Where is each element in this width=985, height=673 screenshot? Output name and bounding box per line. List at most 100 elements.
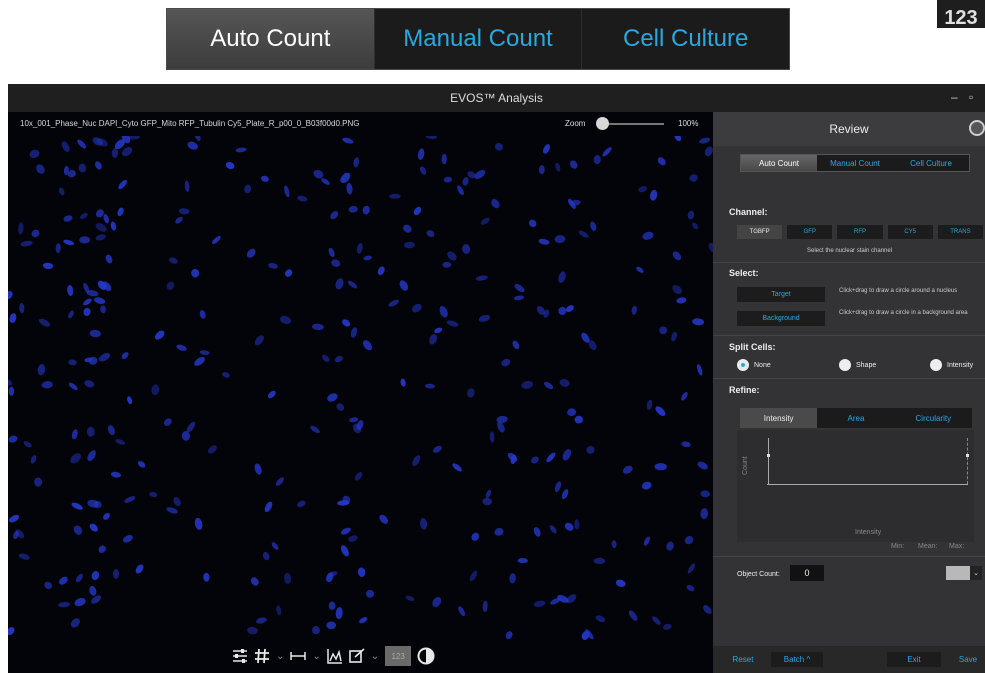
nucleus <box>30 455 37 464</box>
image-viewer[interactable]: 10x_001_Phase_Nuc DAPI_Cyto GFP_Mito RFP… <box>8 112 713 673</box>
nucleus <box>111 148 119 158</box>
nucleus <box>687 210 695 220</box>
background-button[interactable]: Background <box>737 311 825 326</box>
nucleus <box>8 386 15 396</box>
nucleus <box>68 310 74 319</box>
nucleus <box>533 527 541 537</box>
contrast-icon[interactable] <box>417 647 435 665</box>
callout-tab-manual-count[interactable]: Manual Count <box>375 9 583 69</box>
channel-cy5-button[interactable]: CY5 <box>887 225 933 239</box>
nucleus <box>562 449 572 461</box>
callout-tab-auto-count[interactable]: Auto Count <box>167 9 375 69</box>
nucleus <box>403 241 415 249</box>
nucleus <box>389 193 401 199</box>
nucleus <box>425 136 437 140</box>
exit-button[interactable]: Exit <box>887 652 941 667</box>
reset-button[interactable]: Reset <box>729 652 757 667</box>
nucleus <box>163 418 172 427</box>
nucleus <box>199 350 210 355</box>
grid-dropdown-icon[interactable]: ⌄ <box>276 651 284 662</box>
nucleus <box>700 490 710 498</box>
count-overlay-button[interactable]: 123 <box>385 646 412 666</box>
minimize-icon[interactable]: – <box>951 90 958 104</box>
nucleus <box>63 215 73 222</box>
channel-rfp-button[interactable]: RFP <box>837 225 883 239</box>
target-hint: Click+drag to draw a circle around a nuc… <box>839 288 958 294</box>
max-handle[interactable] <box>966 454 969 457</box>
target-button[interactable]: Target <box>737 287 825 302</box>
nucleus <box>469 570 478 582</box>
nucleus <box>312 626 320 635</box>
channel-tgbfp-button[interactable]: TGBFP <box>737 225 783 239</box>
nucleus <box>411 303 422 313</box>
nucleus <box>569 160 578 169</box>
restore-icon[interactable]: ▫ <box>969 90 973 104</box>
nucleus <box>58 602 70 608</box>
tab-cell-culture[interactable]: Cell Culture <box>893 155 969 171</box>
nucleus <box>331 259 341 267</box>
nucleus <box>8 291 13 300</box>
nucleus <box>546 452 556 463</box>
nucleus <box>122 535 133 543</box>
histogram-area[interactable] <box>737 430 974 542</box>
split-shape-radio[interactable]: Shape <box>839 359 876 371</box>
nucleus <box>98 353 111 362</box>
measure-icon[interactable] <box>290 650 307 662</box>
min-handle[interactable] <box>767 454 770 457</box>
nucleus <box>250 577 259 586</box>
adjust-sliders-icon[interactable] <box>232 649 248 663</box>
nucleus <box>87 450 96 462</box>
nucleus <box>187 141 198 150</box>
nucleus <box>482 497 492 506</box>
tab-manual-count[interactable]: Manual Count <box>817 155 893 171</box>
split-intensity-radio[interactable]: Intensity <box>930 359 973 371</box>
nucleus <box>98 545 106 553</box>
nucleus <box>328 247 335 258</box>
nucleus <box>322 354 330 362</box>
panel-title: Review <box>829 122 869 136</box>
refine-tab-circularity[interactable]: Circularity <box>895 408 972 428</box>
nucleus <box>78 163 87 173</box>
zoom-slider-handle[interactable] <box>596 117 609 130</box>
chevron-down-icon: ⌄ <box>970 566 982 580</box>
nucleus <box>121 352 129 360</box>
fluorescence-image[interactable] <box>8 136 713 642</box>
nucleus <box>446 320 459 327</box>
nucleus <box>377 266 385 276</box>
grid-icon[interactable] <box>254 648 270 664</box>
channel-trans-button[interactable]: TRANS <box>937 225 984 239</box>
nucleus <box>366 589 374 598</box>
annotate-dropdown-icon[interactable]: ⌄ <box>371 651 379 662</box>
refine-tab-intensity[interactable]: Intensity <box>740 408 818 428</box>
zoom-slider-track[interactable] <box>602 123 664 125</box>
nucleus <box>466 388 475 398</box>
channel-gfp-button[interactable]: GFP <box>787 225 833 239</box>
nucleus <box>268 262 278 269</box>
nucleus <box>363 255 372 261</box>
gear-icon[interactable] <box>969 120 985 136</box>
save-button[interactable]: Save <box>951 652 985 667</box>
batch-button[interactable]: Batch ^ <box>771 652 823 667</box>
split-none-radio[interactable]: None <box>737 359 771 371</box>
tab-auto-count[interactable]: Auto Count <box>741 155 817 171</box>
mode-tab-bar: Auto Count Manual Count Cell Culture <box>740 154 970 172</box>
nucleus <box>447 251 457 261</box>
measure-dropdown-icon[interactable]: ⌄ <box>312 651 320 662</box>
nucleus <box>91 571 100 581</box>
nucleus <box>388 299 399 307</box>
nucleus <box>328 601 336 610</box>
refine-tab-area[interactable]: Area <box>817 408 894 428</box>
nucleus <box>73 525 83 535</box>
histogram-icon[interactable] <box>327 648 343 664</box>
window-title: EVOS™ Analysis <box>450 91 543 105</box>
nucleus <box>700 508 709 520</box>
nucleus <box>501 358 511 367</box>
nucleus <box>704 146 713 157</box>
nucleus <box>29 149 40 159</box>
color-dropdown[interactable]: ⌄ <box>946 566 982 580</box>
annotate-icon[interactable] <box>348 648 365 664</box>
nucleus <box>327 393 338 402</box>
nucleus <box>326 621 337 630</box>
nucleus <box>475 275 488 281</box>
callout-tab-cell-culture[interactable]: Cell Culture <box>582 9 789 69</box>
